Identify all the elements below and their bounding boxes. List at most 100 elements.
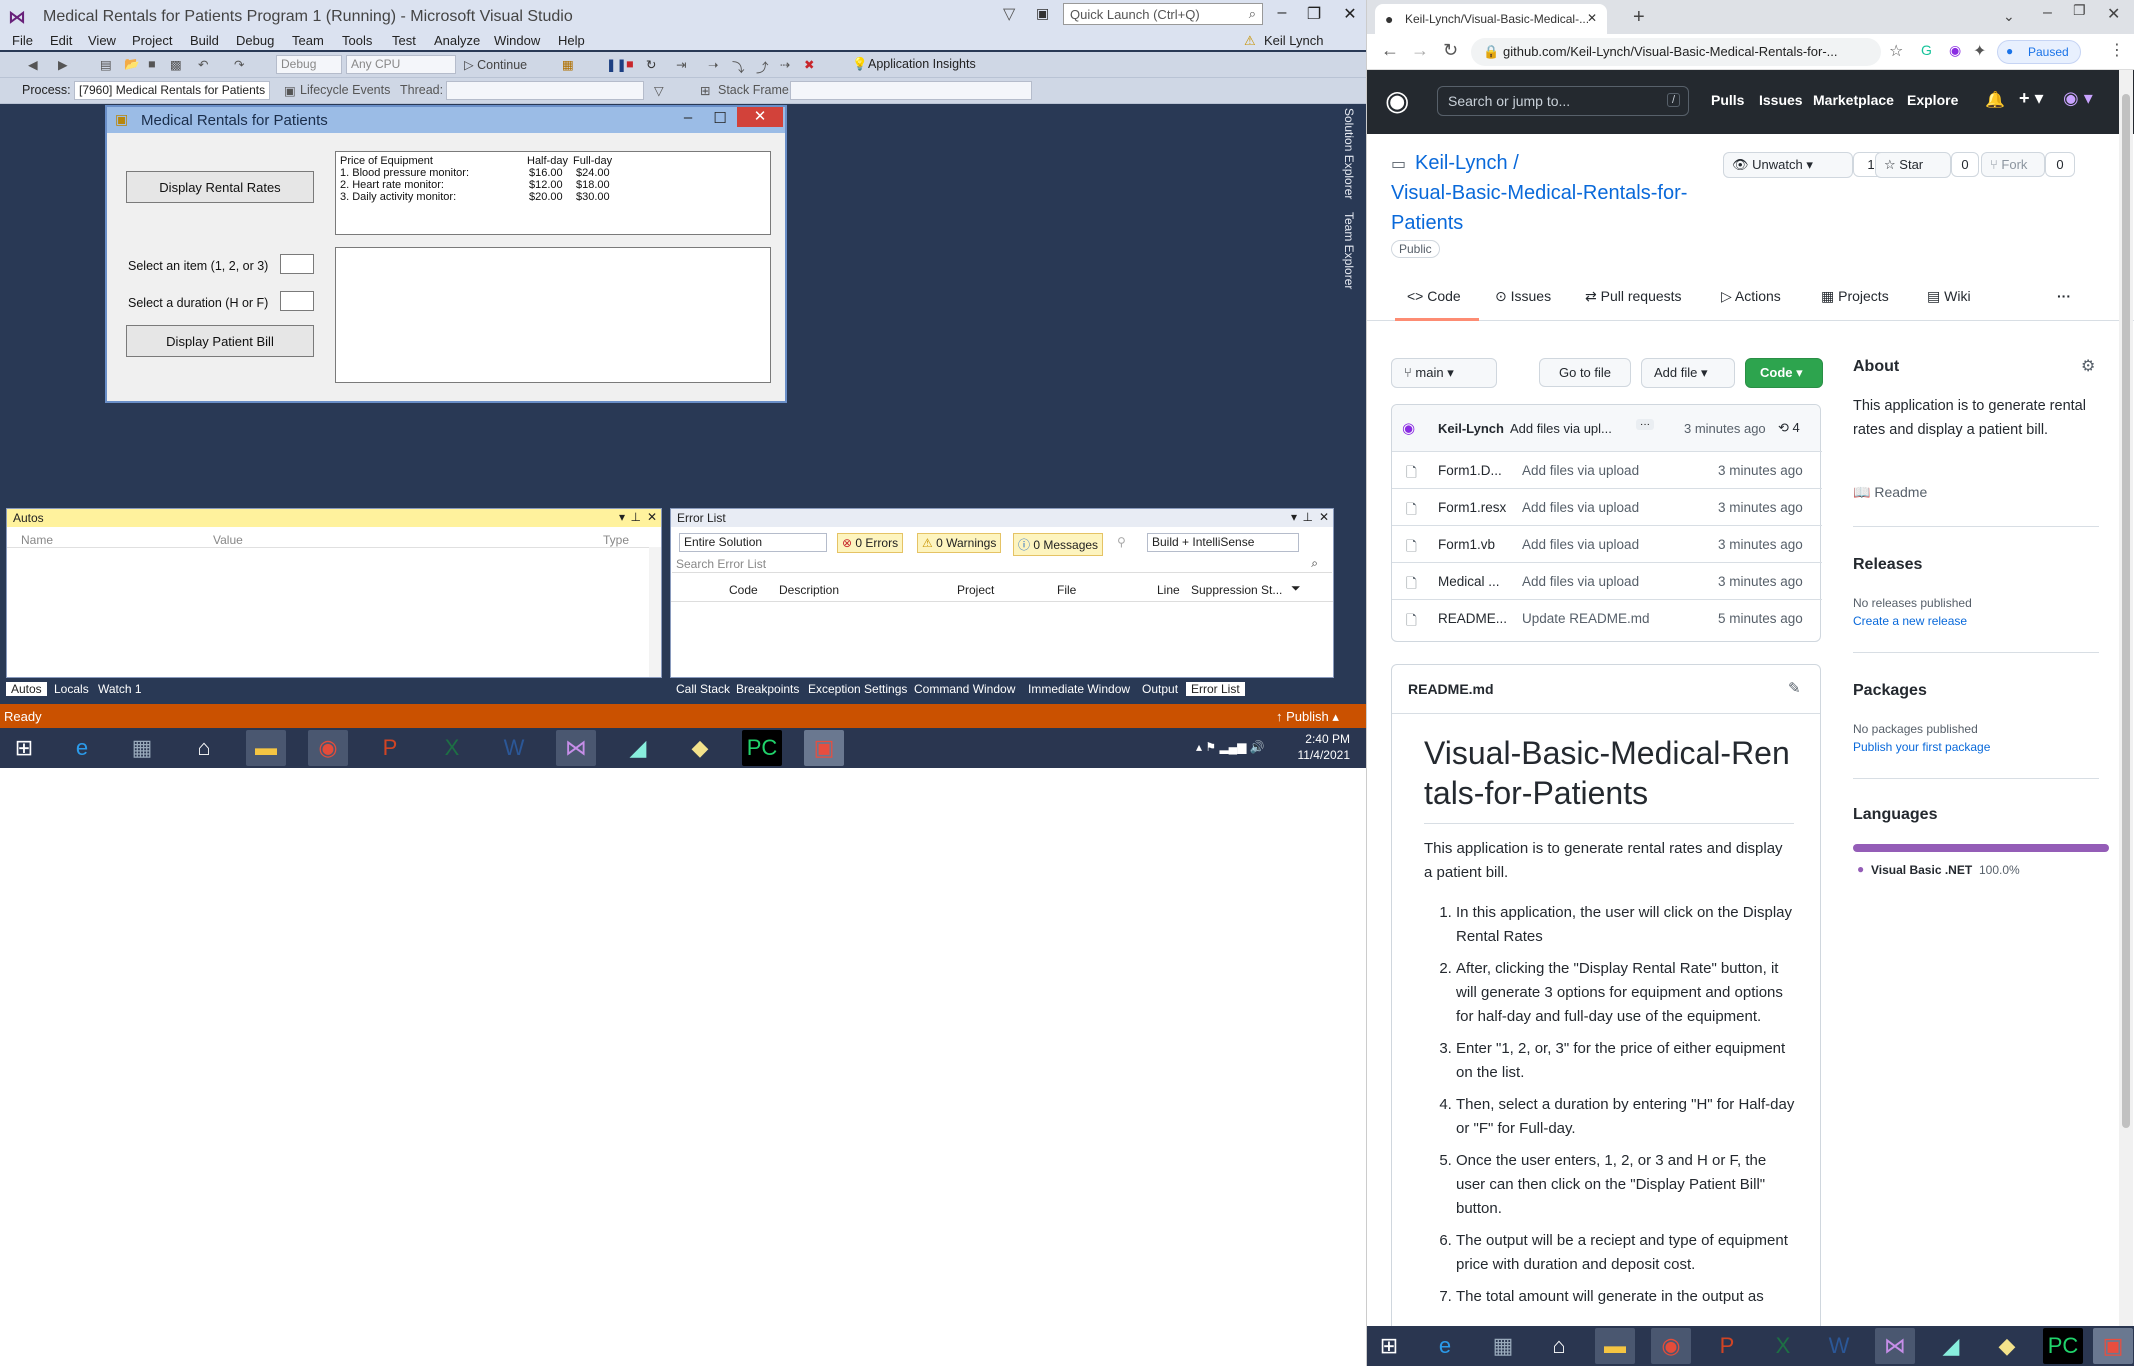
menu-view[interactable]: View: [88, 33, 116, 48]
menu-build[interactable]: Build: [190, 33, 219, 48]
github-search-input[interactable]: Search or jump to... /: [1437, 86, 1689, 116]
error-col-code[interactable]: Code: [729, 583, 758, 597]
user-name[interactable]: Keil Lynch: [1264, 33, 1324, 48]
item-textbox[interactable]: [280, 254, 314, 274]
tab-pull-requests[interactable]: ⇄ Pull requests: [1585, 288, 1682, 305]
show-next-statement-icon[interactable]: ⇥: [676, 57, 686, 72]
error-col-suppression[interactable]: Suppression St...: [1191, 583, 1282, 597]
step-into-icon[interactable]: ➝: [708, 57, 718, 72]
open-icon[interactable]: 📂: [124, 57, 140, 72]
code-button[interactable]: Code ▾: [1745, 358, 1823, 388]
go-to-file-button[interactable]: Go to file: [1539, 358, 1631, 387]
commit-expand-button[interactable]: ···: [1636, 419, 1654, 430]
page-scrollbar[interactable]: [2119, 70, 2133, 1330]
exception-icon[interactable]: ✖: [804, 57, 814, 72]
menu-window[interactable]: Window: [494, 33, 540, 48]
home-icon[interactable]: ⌂: [1539, 1328, 1579, 1364]
menu-team[interactable]: Team: [292, 33, 324, 48]
word-icon[interactable]: W: [1819, 1328, 1859, 1364]
tray-time[interactable]: 2:40 PM: [1298, 732, 1350, 746]
pause-icon[interactable]: ❚❚: [606, 57, 627, 72]
feedback-icon[interactable]: ▣: [1036, 5, 1049, 22]
create-release-link[interactable]: Create a new release: [1853, 614, 1967, 628]
chrome-minimize-button[interactable]: –: [2043, 4, 2052, 22]
autos-col-name[interactable]: Name: [21, 533, 53, 547]
table-row[interactable]: 🗋 Form1.D... Add files via upload 3 minu…: [1392, 451, 1822, 488]
file-commit[interactable]: Add files via upload: [1522, 500, 1639, 515]
filter-icon[interactable]: ▽: [1003, 4, 1015, 24]
chrome-tab[interactable]: ● Keil-Lynch/Visual-Basic-Medical-... ✕: [1375, 4, 1607, 34]
file-explorer-icon[interactable]: ▬: [1595, 1328, 1635, 1364]
home-icon[interactable]: ⌂: [184, 730, 224, 766]
file-commit[interactable]: Add files via upload: [1522, 463, 1639, 478]
pycharm-icon[interactable]: PC: [2043, 1328, 2083, 1364]
quick-launch-input[interactable]: Quick Launch (Ctrl+Q) ⌕: [1063, 3, 1263, 25]
duration-textbox[interactable]: [280, 291, 314, 311]
branch-dropdown[interactable]: ⑂ main ▾: [1391, 358, 1497, 388]
tab-code[interactable]: <> Code: [1407, 288, 1461, 304]
tab-watch-1[interactable]: Watch 1: [98, 682, 142, 696]
running-form-taskbar-icon[interactable]: ▣: [2093, 1328, 2133, 1364]
tab-issues[interactable]: ⊙ Issues: [1495, 288, 1551, 305]
file-name[interactable]: Form1.vb: [1438, 537, 1495, 552]
file-name[interactable]: Medical ...: [1438, 574, 1500, 589]
menu-analyze[interactable]: Analyze: [434, 33, 480, 48]
chrome-restore-button[interactable]: ❐: [2073, 2, 2086, 19]
running-form-taskbar-icon[interactable]: ▣: [804, 730, 844, 766]
tab-close-icon[interactable]: ✕: [1587, 11, 1597, 25]
publish-package-link[interactable]: Publish your first package: [1853, 740, 1990, 754]
history-icon[interactable]: ⟲ 4: [1778, 420, 1800, 436]
grammarly-icon[interactable]: G: [1921, 42, 1932, 58]
file-commit[interactable]: Add files via upload: [1522, 537, 1639, 552]
new-project-icon[interactable]: ▤: [100, 57, 112, 72]
menu-debug[interactable]: Debug: [236, 33, 274, 48]
tab-output[interactable]: Output: [1142, 682, 1178, 696]
notifications-icon[interactable]: 🔔: [1985, 90, 2005, 110]
display-patient-bill-button[interactable]: Display Patient Bill: [126, 325, 314, 357]
stack-frame-dropdown[interactable]: [790, 81, 1032, 100]
start-icon[interactable]: ⊞: [1369, 1328, 1409, 1364]
close-button[interactable]: ✕: [1332, 4, 1366, 24]
tab-search-icon[interactable]: ⌄: [2003, 8, 2015, 25]
star-button[interactable]: ☆ Star: [1875, 152, 1951, 178]
nav-explore[interactable]: Explore: [1907, 92, 1958, 108]
word-icon[interactable]: W: [494, 730, 534, 766]
step-icon[interactable]: ▦: [562, 57, 574, 72]
back-icon[interactable]: ◀: [28, 57, 38, 72]
menu-project[interactable]: Project: [132, 33, 172, 48]
folder-icon[interactable]: ◆: [1987, 1328, 2027, 1364]
error-col-description[interactable]: Description: [779, 583, 839, 597]
form-maximize-button[interactable]: ☐: [705, 109, 735, 129]
display-rental-rates-button[interactable]: Display Rental Rates: [126, 171, 314, 203]
internet-explorer-icon[interactable]: e: [1425, 1328, 1465, 1364]
minimize-button[interactable]: –: [1264, 4, 1300, 22]
publish-button[interactable]: ↑ Publish ▴: [1276, 709, 1339, 725]
error-search-input[interactable]: Search Error List ⌕: [672, 555, 1332, 573]
fork-count[interactable]: 0: [2045, 152, 2075, 177]
error-col-file[interactable]: File: [1057, 583, 1076, 597]
tab-breakpoints[interactable]: Breakpoints: [736, 682, 799, 696]
dropdown-icon[interactable]: ▾: [619, 510, 625, 524]
chrome-icon[interactable]: ◉: [308, 730, 348, 766]
app-icon[interactable]: ◢: [618, 730, 658, 766]
error-scope-dropdown[interactable]: Entire Solution: [679, 533, 827, 552]
profile-paused-button[interactable]: ● Paused: [1997, 40, 2081, 64]
tab-autos[interactable]: Autos: [6, 682, 47, 696]
file-name[interactable]: Form1.D...: [1438, 463, 1502, 478]
save-icon[interactable]: ■: [148, 57, 156, 71]
calculator-icon[interactable]: ▦: [1483, 1328, 1523, 1364]
tray-date[interactable]: 11/4/2021: [1290, 748, 1351, 762]
process-dropdown[interactable]: [7960] Medical Rentals for Patients: [74, 81, 270, 100]
menu-edit[interactable]: Edit: [50, 33, 72, 48]
nav-issues[interactable]: Issues: [1759, 92, 1803, 108]
address-bar[interactable]: 🔒 github.com/Keil-Lynch/Visual-Basic-Med…: [1471, 38, 1881, 66]
fork-button[interactable]: ⑂ Fork: [1981, 152, 2045, 177]
create-new-icon[interactable]: + ▾: [2019, 88, 2044, 109]
rates-listbox[interactable]: Price of Equipment Half-day Full-day 1. …: [335, 151, 771, 235]
dropdown-icon[interactable]: ▾: [1291, 510, 1297, 524]
bill-output-listbox[interactable]: [335, 247, 771, 383]
commit-message[interactable]: Add files via upl...: [1510, 421, 1612, 436]
commit-time[interactable]: 3 minutes ago: [1684, 421, 1766, 436]
tab-error-list[interactable]: Error List: [1186, 682, 1245, 696]
file-commit[interactable]: Add files via upload: [1522, 574, 1639, 589]
